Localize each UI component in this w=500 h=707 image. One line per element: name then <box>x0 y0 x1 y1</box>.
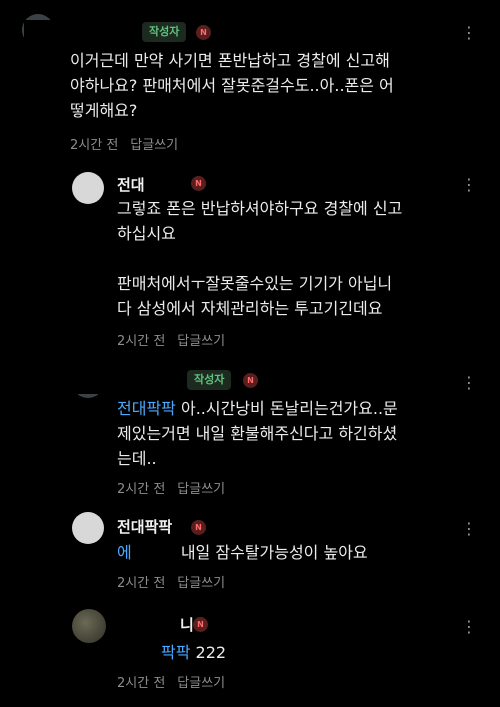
redacted-mention <box>131 544 176 563</box>
redacted-author-name <box>66 360 186 394</box>
reply-button[interactable]: 답글쓰기 <box>177 576 225 591</box>
new-badge: N <box>191 520 206 535</box>
new-badge: N <box>191 176 206 191</box>
new-badge: N <box>196 25 211 40</box>
comment-4: 전대팍팍 N ⋮ 에 내일 잠수탈가능성이 높아요 2시간 전 답글쓰기 <box>0 502 500 602</box>
avatar[interactable] <box>72 512 104 544</box>
comment-body: 에 내일 잠수탈가능성이 높아요 <box>117 540 487 565</box>
comment-meta: 2시간 전 답글쓰기 <box>117 330 225 349</box>
comment-time: 2시간 전 <box>70 138 119 153</box>
author-badge: 작성자 <box>142 22 187 42</box>
comment-author[interactable]: 전대 <box>117 174 145 195</box>
comment-time: 2시간 전 <box>117 576 166 591</box>
avatar[interactable] <box>72 609 106 643</box>
comment-time: 2시간 전 <box>117 334 166 349</box>
redacted-author-name <box>24 20 142 48</box>
mention-link[interactable]: 전대팍팍 <box>117 399 176 418</box>
comment-2: 전대 N ⋮ 그렇죠 폰은 반납하셔야하구요 경찰에 신고 하십시요 판매처에서… <box>0 160 500 350</box>
comment-body: 팍팍 222 <box>117 640 487 665</box>
reply-button[interactable]: 답글쓰기 <box>177 676 225 691</box>
comment-body: 전대팍팍 아..시간낭비 돈날리는건가요..문 제있는거면 내일 환불해주신다고… <box>117 396 487 471</box>
author-badge: 작성자 <box>187 370 232 390</box>
redacted-mention <box>117 644 161 663</box>
comment-meta: 2시간 전 답글쓰기 <box>70 134 178 153</box>
comment-author[interactable]: 전대팍팍 <box>117 516 172 537</box>
comment-meta: 2시간 전 답글쓰기 <box>117 572 225 591</box>
comment-text: 내일 잠수탈가능성이 높아요 <box>175 543 368 562</box>
more-options-icon[interactable]: ⋮ <box>461 521 478 537</box>
comment-3: 작성자 N ⋮ 전대팍팍 아..시간낭비 돈날리는건가요..문 제있는거면 내일… <box>0 352 500 500</box>
new-badge: N <box>243 373 258 388</box>
comment-time: 2시간 전 <box>117 676 166 691</box>
avatar[interactable] <box>72 172 104 204</box>
comment-text: 222 <box>190 643 227 662</box>
more-options-icon[interactable]: ⋮ <box>461 619 478 635</box>
more-options-icon[interactable]: ⋮ <box>461 25 478 41</box>
reply-button[interactable]: 답글쓰기 <box>177 482 225 497</box>
mention-link[interactable]: 에 <box>117 543 132 562</box>
redacted-author-name <box>116 610 180 634</box>
comment-1: 작성자 N ⋮ 이거근데 만약 사기면 폰반납하고 경찰에 신고해 야하나요? … <box>0 0 500 160</box>
more-options-icon[interactable]: ⋮ <box>461 375 478 391</box>
comment-time: 2시간 전 <box>117 482 166 497</box>
comment-meta: 2시간 전 답글쓰기 <box>117 672 225 691</box>
comment-5: 니 N ⋮ 팍팍 222 2시간 전 답글쓰기 <box>0 604 500 707</box>
reply-button[interactable]: 답글쓰기 <box>177 334 225 349</box>
comment-author[interactable]: 니 <box>180 614 194 635</box>
more-options-icon[interactable]: ⋮ <box>461 177 478 193</box>
comment-body: 그렇죠 폰은 반납하셔야하구요 경찰에 신고 하십시요 판매처에서ㅜ잘못줄수있는… <box>117 199 403 318</box>
new-badge: N <box>193 617 208 632</box>
reply-button[interactable]: 답글쓰기 <box>130 138 178 153</box>
redacted-author-name <box>150 172 184 196</box>
comment-body: 이거근데 만약 사기면 폰반납하고 경찰에 신고해 야하나요? 판매처에서 잘못… <box>70 51 394 120</box>
comment-meta: 2시간 전 답글쓰기 <box>117 478 225 497</box>
mention-link[interactable]: 팍팍 <box>161 643 190 662</box>
